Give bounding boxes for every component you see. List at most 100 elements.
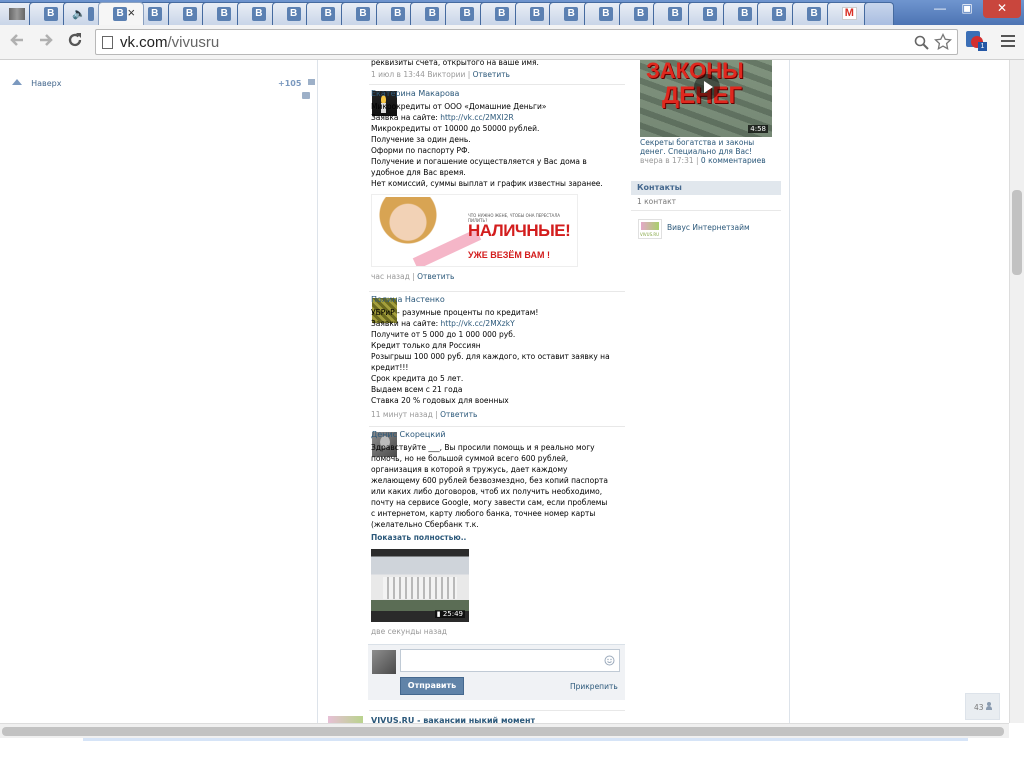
divider bbox=[369, 426, 625, 427]
notification-counter[interactable]: +105 bbox=[278, 71, 315, 90]
counter-value: +105 bbox=[278, 79, 302, 88]
post-text-line: Оформи по паспорту РФ. bbox=[371, 146, 470, 155]
play-icon[interactable] bbox=[694, 74, 720, 100]
post-text-line: удобное для Вас время. bbox=[371, 168, 466, 177]
post-text: УБРиР - разумные проценты по кредитам! З… bbox=[371, 307, 626, 406]
vk-icon: B bbox=[251, 7, 266, 21]
horizontal-scroll-thumb[interactable] bbox=[2, 727, 1004, 736]
post-author[interactable]: Полина Настенко bbox=[371, 295, 626, 304]
post-meta: 11 минут назад | Ответить bbox=[371, 410, 478, 419]
bookmark-star-icon[interactable] bbox=[934, 33, 952, 51]
browser-toolbar: vk.com/vivusru 1 bbox=[0, 25, 1024, 60]
post-text-line: желающему 600 рублей безвозмездно, без к… bbox=[371, 476, 608, 485]
online-friends-button[interactable]: 43 bbox=[965, 693, 1000, 720]
tab-strip: B 🔈 B × B B B B B B B B B B B B B B B B B B B B M — ▣ ✕ bbox=[0, 0, 1024, 25]
post-text: Микрокредиты от ООО «Домашние Деньги» За… bbox=[371, 101, 626, 189]
zoom-icon[interactable] bbox=[914, 35, 929, 50]
video-caption[interactable]: Секреты богатства и законы денег. Специа… bbox=[640, 138, 780, 156]
emoji-icon[interactable] bbox=[604, 655, 615, 666]
post-author[interactable]: Денис Скорецкий bbox=[371, 430, 626, 439]
vk-icon: B bbox=[182, 7, 197, 21]
post-date: час назад bbox=[371, 272, 410, 281]
video-meta: вчера в 17:31 | 0 комментариев bbox=[640, 156, 766, 165]
post-link[interactable]: http://vk.cc/2MXzkY bbox=[441, 319, 515, 328]
close-tab-icon[interactable]: × bbox=[128, 6, 136, 20]
vk-icon: B bbox=[113, 7, 128, 21]
scroll-to-top-label: Наверх bbox=[31, 79, 62, 88]
attach-link[interactable]: Прикрепить bbox=[570, 682, 618, 691]
reply-link[interactable]: Ответить bbox=[417, 272, 454, 281]
speaker-icon: 🔈 bbox=[72, 7, 87, 20]
forward-button[interactable] bbox=[37, 31, 55, 54]
new-tab-button[interactable] bbox=[863, 2, 894, 25]
mail-icon bbox=[307, 78, 315, 85]
comment-input[interactable] bbox=[400, 649, 620, 672]
post-text-line: Выдаем всем с 21 года bbox=[371, 385, 463, 394]
reload-icon bbox=[68, 33, 82, 47]
video-duration: 25:49 bbox=[442, 610, 463, 618]
adblock-extension-icon[interactable]: 1 bbox=[966, 31, 987, 51]
post-text-line: Заявка на сайте: http://vk.cc/2MXI2R bbox=[371, 113, 514, 122]
page-viewport: Наверх +105 реквизиты счета, открытого н… bbox=[0, 57, 1024, 723]
post-text-line: почту на сервисе Google, могу завести са… bbox=[371, 498, 608, 507]
close-window-button[interactable]: ✕ bbox=[983, 0, 1021, 18]
next-post-title[interactable]: VIVUS.RU - вакансии ныкий момент bbox=[371, 716, 535, 723]
post-text-line: с интернетом, карту любого банка, точнее… bbox=[371, 509, 596, 518]
vk-icon: B bbox=[147, 7, 162, 21]
post-text-line: Здравствуйте ___, Вы просили помощь и я … bbox=[371, 443, 595, 452]
reload-button[interactable] bbox=[66, 31, 84, 54]
video-date: вчера в 17:31 bbox=[640, 156, 694, 165]
post-text-line: Нет комиссий, суммы выплат и график изве… bbox=[371, 179, 603, 188]
send-button[interactable]: Отправить bbox=[400, 677, 464, 695]
post-text-line: помочь, но не большой суммой всего 600 р… bbox=[371, 454, 569, 463]
post-item: Полина Настенко УБРиР - разумные процент… bbox=[371, 295, 626, 419]
post-tail: реквизиты счета, открытого на ваше имя. … bbox=[371, 57, 626, 80]
minimize-button[interactable]: — bbox=[928, 0, 952, 18]
post-text-line: Получение за один день. bbox=[371, 135, 471, 144]
post-text-line: кредит!!! bbox=[371, 363, 409, 372]
contact-avatar[interactable]: VIVUS.RU bbox=[638, 219, 662, 239]
post-text-line: Розыгрыш 100 000 руб. для каждого, кто о… bbox=[371, 352, 610, 361]
reply-link[interactable]: Ответить bbox=[473, 70, 510, 79]
post-date: 1 июл в 13:44 Виктории bbox=[371, 70, 466, 79]
maximize-button[interactable]: ▣ bbox=[955, 0, 979, 18]
post-item: Денис Скорецкий Здравствуйте ___, Вы про… bbox=[371, 430, 626, 636]
post-author[interactable]: Екатерина Макарова bbox=[371, 89, 626, 98]
post-link[interactable]: http://vk.cc/2MXI2R bbox=[440, 113, 514, 122]
vertical-scroll-thumb[interactable] bbox=[1012, 190, 1022, 275]
scroll-to-top-link[interactable]: Наверх bbox=[12, 71, 61, 90]
post-date: 11 минут назад bbox=[371, 410, 433, 419]
page-icon bbox=[102, 36, 113, 49]
vk-icon: B bbox=[356, 7, 370, 21]
post-text-line: Микрокредиты от 10000 до 50000 рублей. bbox=[371, 124, 540, 133]
divider bbox=[369, 710, 625, 711]
vk-icon: B bbox=[668, 7, 683, 21]
post-text: Здравствуйте ___, Вы просили помощь и я … bbox=[371, 442, 626, 530]
show-more-link[interactable]: Показать полностью.. bbox=[371, 533, 626, 542]
url-text: vk.com/vivusru bbox=[120, 34, 219, 51]
gmail-icon: M bbox=[841, 7, 857, 20]
photo-favicon-icon bbox=[9, 8, 25, 20]
person-icon bbox=[986, 702, 992, 710]
post-text-line: или каких либо договоров, чтоб их получи… bbox=[371, 487, 603, 496]
contacts-header[interactable]: Контакты bbox=[631, 181, 781, 195]
chat-icon[interactable] bbox=[302, 92, 310, 99]
back-button[interactable] bbox=[8, 31, 26, 54]
address-bar[interactable]: vk.com/vivusru bbox=[95, 29, 958, 55]
post-meta: 1 июл в 13:44 Виктории | Ответить bbox=[371, 70, 510, 79]
video-preview[interactable]: ЗАКОНЫ ДЕНЕГ 4:58 bbox=[640, 60, 772, 137]
menu-icon[interactable] bbox=[1001, 35, 1015, 47]
ad-banner-image[interactable]: ЧТО НУЖНО ЖЕНЕ, ЧТОБЫ ОНА ПЕРЕСТАЛА ПИЛИ… bbox=[371, 194, 578, 267]
post-text-line: (желательно Сбербанк т.к. bbox=[371, 520, 479, 529]
reply-link[interactable]: Ответить bbox=[440, 410, 477, 419]
video-comments-link[interactable]: 0 комментариев bbox=[701, 156, 766, 165]
video-thumbnail[interactable]: ▮ 25:49 bbox=[371, 549, 469, 622]
contacts-count: 1 контакт bbox=[637, 197, 677, 206]
horizontal-scrollbar[interactable] bbox=[0, 723, 1009, 738]
browser-tab[interactable]: B × bbox=[98, 2, 145, 25]
post-text-line: Получите от 5 000 до 1 000 000 руб. bbox=[371, 330, 516, 339]
post-item: Екатерина Макарова Микрокредиты от ООО «… bbox=[371, 89, 626, 281]
vk-icon: B bbox=[564, 7, 579, 21]
vertical-scrollbar[interactable] bbox=[1009, 60, 1024, 723]
contact-name[interactable]: Вивус Интернетзайм bbox=[667, 223, 750, 232]
